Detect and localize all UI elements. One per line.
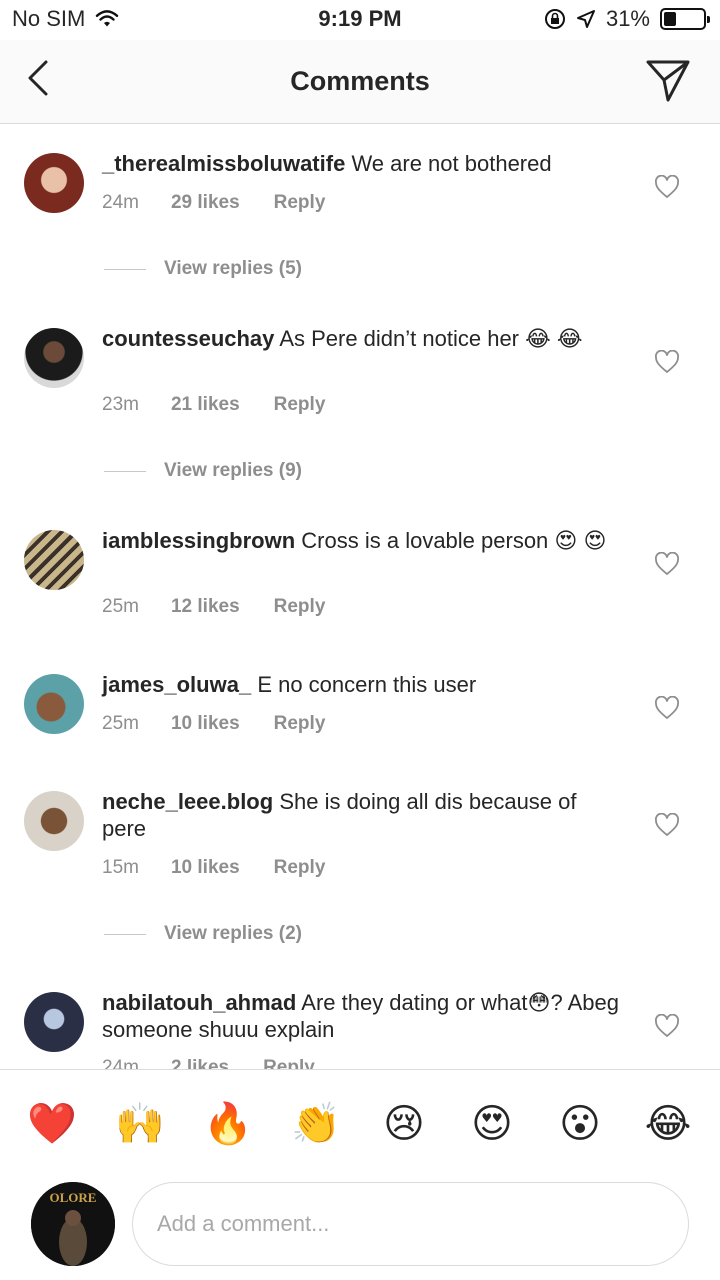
emoji-crying[interactable]: 😢 (378, 1098, 430, 1150)
comment-username[interactable]: nabilatouh_ahmad (102, 990, 296, 1015)
reply-button[interactable]: Reply (263, 1057, 315, 1069)
emoji-heart-eyes[interactable]: 😍 (466, 1098, 518, 1150)
comment-time: 15m (102, 857, 139, 878)
comment-meta: 25m 10 likes Reply (102, 713, 325, 735)
comment-time: 24m (102, 1057, 139, 1069)
view-replies-label: View replies (5) (164, 258, 302, 279)
reply-button[interactable]: Reply (274, 596, 326, 618)
header-bar: Comments (0, 40, 720, 124)
current-user-avatar-art: OLORE (31, 1182, 115, 1266)
comment-time: 25m (102, 596, 139, 617)
comment-meta: 23m 21 likes Reply (102, 394, 325, 416)
comment-text: iamblessingbrown Cross is a lovable pers… (102, 527, 622, 554)
comment-input[interactable] (132, 1182, 689, 1266)
heart-icon[interactable] (654, 696, 680, 720)
comment-likes[interactable]: 29 likes (171, 192, 240, 214)
battery-icon (660, 8, 710, 30)
comment-message: E no concern this user (257, 672, 477, 697)
comment-meta: 25m 12 likes Reply (102, 596, 325, 618)
comment-likes[interactable]: 21 likes (171, 394, 240, 416)
heart-icon[interactable] (654, 1014, 680, 1038)
emoji-tears-of-joy[interactable]: 😂 (642, 1098, 694, 1150)
comment-text: james_oluwa_ E no concern this user (102, 671, 622, 698)
comment-username[interactable]: iamblessingbrown (102, 528, 295, 553)
comment-time: 25m (102, 713, 139, 734)
page-title: Comments (290, 66, 430, 96)
replies-divider (104, 268, 146, 270)
reply-button[interactable]: Reply (274, 857, 326, 879)
avatar[interactable] (24, 530, 84, 590)
emoji-quick-bar: ❤️ 🙌 🔥 👏 😢 😍 😮 😂 (0, 1098, 720, 1154)
comment-message: As Pere didn’t notice her 😂 😂 (279, 326, 583, 351)
current-user-avatar[interactable]: OLORE (31, 1182, 115, 1266)
avatar-logo-text: OLORE (50, 1190, 97, 1205)
reply-button[interactable]: Reply (274, 713, 326, 735)
emoji-raising-hands[interactable]: 🙌 (114, 1098, 166, 1150)
reply-button[interactable]: Reply (274, 192, 326, 214)
view-replies-button[interactable]: View replies (5) (104, 258, 302, 280)
direct-send-icon[interactable] (644, 56, 692, 104)
comment-likes[interactable]: 2 likes (171, 1057, 229, 1069)
status-right: 31% (544, 6, 710, 32)
comment-text: _therealmissboluwatife We are not bother… (102, 150, 622, 177)
location-icon (576, 10, 595, 28)
view-replies-label: View replies (2) (164, 923, 302, 944)
emoji-heart[interactable]: ❤️ (26, 1098, 78, 1150)
comment-username[interactable]: james_oluwa_ (102, 672, 251, 697)
comment-text: neche_leee.blog She is doing all dis bec… (102, 788, 622, 842)
avatar[interactable] (24, 153, 84, 213)
comment-username[interactable]: countesseuchay (102, 326, 274, 351)
view-replies-label: View replies (9) (164, 460, 302, 481)
comment-likes[interactable]: 10 likes (171, 713, 240, 735)
comment-time: 24m (102, 192, 139, 213)
view-replies-button[interactable]: View replies (9) (104, 460, 302, 482)
battery-fill (664, 12, 676, 26)
heart-icon[interactable] (654, 552, 680, 576)
emoji-clapping[interactable]: 👏 (290, 1098, 342, 1150)
comment-time: 23m (102, 394, 139, 415)
battery-percent: 31% (605, 6, 650, 31)
comment-likes[interactable]: 10 likes (171, 857, 240, 879)
reply-button[interactable]: Reply (274, 394, 326, 416)
comment-username[interactable]: _therealmissboluwatife (102, 151, 345, 176)
comment-text: nabilatouh_ahmad Are they dating or what… (102, 989, 622, 1043)
avatar[interactable] (24, 791, 84, 851)
emoji-bar-divider (0, 1069, 720, 1070)
heart-icon[interactable] (654, 813, 680, 837)
avatar[interactable] (24, 992, 84, 1052)
comment-message: Cross is a lovable person 😍 😍 (301, 528, 607, 553)
comment-likes[interactable]: 12 likes (171, 596, 240, 618)
emoji-fire[interactable]: 🔥 (202, 1098, 254, 1150)
avatar[interactable] (24, 674, 84, 734)
replies-divider (104, 470, 146, 472)
replies-divider (104, 933, 146, 935)
comment-meta: 15m 10 likes Reply (102, 857, 325, 879)
emoji-surprised[interactable]: 😮 (554, 1098, 606, 1150)
comment-text: countesseuchay As Pere didn’t notice her… (102, 325, 622, 352)
orientation-lock-icon (544, 9, 565, 29)
status-bar: No SIM 9:19 PM 31% (0, 0, 720, 40)
comment-username[interactable]: neche_leee.blog (102, 789, 273, 814)
view-replies-button[interactable]: View replies (2) (104, 923, 302, 945)
comment-message: We are not bothered (351, 151, 552, 176)
comments-list[interactable]: _therealmissboluwatife We are not bother… (0, 125, 720, 1069)
comment-meta: 24m 29 likes Reply (102, 192, 325, 214)
heart-icon[interactable] (654, 350, 680, 374)
heart-icon[interactable] (654, 175, 680, 199)
comment-meta: 24m 2 likes Reply (102, 1057, 315, 1069)
avatar[interactable] (24, 328, 84, 388)
